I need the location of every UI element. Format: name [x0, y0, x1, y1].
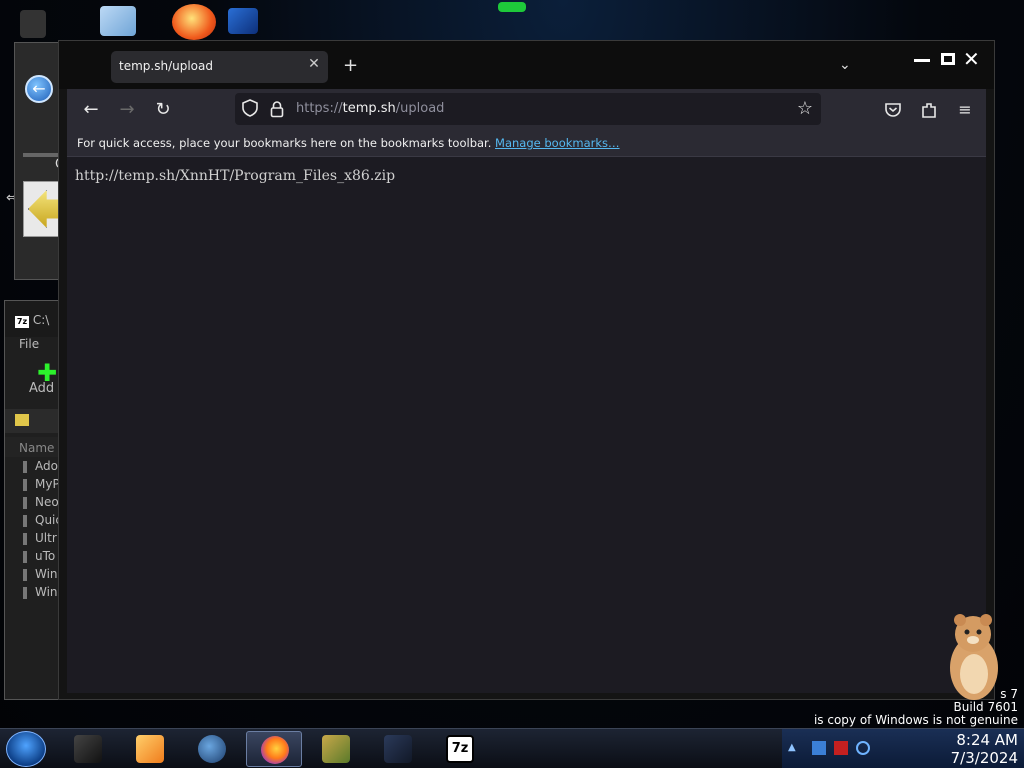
- lock-icon[interactable]: [270, 100, 284, 118]
- url-bar[interactable]: https://temp.sh/upload ☆: [235, 93, 821, 125]
- desktop-icon-p-app[interactable]: [172, 4, 216, 40]
- show-hidden-icons-icon[interactable]: ▲: [788, 742, 796, 753]
- 7zip-titlebar: 7z C:\: [5, 301, 59, 337]
- taskbar-app-display[interactable]: [370, 731, 426, 767]
- back-arrow-icon[interactable]: ←: [25, 75, 53, 103]
- media-player-icon: [136, 735, 164, 763]
- 7z-app-icon: 7z: [15, 316, 29, 328]
- menu-hamburger-icon[interactable]: ≡: [953, 98, 977, 122]
- list-item[interactable]: Neo: [5, 493, 59, 511]
- manage-bookmarks-link[interactable]: Manage bookmarks…: [495, 136, 620, 150]
- list-item[interactable]: MyP: [5, 475, 59, 493]
- start-button[interactable]: [6, 731, 46, 767]
- display-icon: [384, 735, 412, 763]
- close-tab-icon[interactable]: ✕: [306, 56, 322, 72]
- url-text[interactable]: https://temp.sh/upload: [296, 101, 444, 116]
- clock-date: 7/3/2024: [950, 749, 1018, 767]
- navigation-toolbar: ← → ↻ https://temp.sh/upload ☆ ≡: [67, 89, 986, 131]
- tab-title: temp.sh/upload: [119, 59, 213, 73]
- bookmarks-text: For quick access, place your bookmarks h…: [77, 136, 492, 150]
- forward-icon[interactable]: →: [115, 98, 139, 122]
- taskbar-clock[interactable]: 8:24 AM 7/3/2024: [878, 729, 1018, 767]
- desktop-icon-mail[interactable]: [100, 6, 136, 36]
- add-button[interactable]: ✚ Add: [5, 355, 59, 403]
- list-item[interactable]: Quic: [5, 511, 59, 529]
- folder-up-icon[interactable]: [15, 414, 29, 426]
- flag-tray-icon[interactable]: [834, 741, 848, 755]
- taskbar-app-firefox[interactable]: [246, 731, 302, 767]
- page-content: http://temp.sh/XnnHT/Program_Files_x86.z…: [67, 157, 986, 693]
- 7zip-title: C:\: [32, 313, 50, 327]
- maximize-icon[interactable]: [941, 53, 955, 65]
- add-label: Add: [29, 381, 55, 396]
- column-header-name[interactable]: Name: [5, 437, 59, 457]
- desktop: ⇔ ← Or 7z C:\ File ✚ Add Name Ado MyP Ne…: [0, 0, 1024, 768]
- system-tray: ▲ 8:24 AM 7/3/2024: [782, 729, 1024, 768]
- desktop-icon-dark[interactable]: [20, 10, 46, 38]
- close-window-icon[interactable]: ✕: [963, 47, 980, 71]
- taskbar-app-terminal[interactable]: [60, 731, 116, 767]
- watermark-line3: is copy of Windows is not genuine: [813, 713, 1018, 727]
- list-item[interactable]: Ultr: [5, 529, 59, 547]
- menu-file[interactable]: File: [5, 337, 59, 355]
- taskbar: 7z ▲ 8:24 AM 7/3/2024: [0, 728, 1024, 768]
- 7zip-path-toolbar[interactable]: [5, 409, 59, 433]
- windows-watermark: s 7 Build 7601 is copy of Windows is not…: [814, 688, 1018, 727]
- list-item[interactable]: uTo: [5, 547, 59, 565]
- uploaded-file-url[interactable]: http://temp.sh/XnnHT/Program_Files_x86.z…: [75, 168, 395, 184]
- taskbar-app-game[interactable]: [308, 731, 364, 767]
- game-icon: [322, 735, 350, 763]
- tab-bar: temp.sh/upload ✕ + ⌄ ✕: [59, 41, 994, 89]
- list-all-tabs-icon[interactable]: ⌄: [839, 57, 851, 73]
- tab-active[interactable]: temp.sh/upload ✕: [111, 51, 328, 83]
- list-item[interactable]: Ado: [5, 457, 59, 475]
- list-item[interactable]: Win: [5, 583, 59, 601]
- desktop-icon-blue[interactable]: [228, 8, 258, 34]
- bookmarks-toolbar: For quick access, place your bookmarks h…: [67, 131, 986, 157]
- desktop-green-led: [498, 2, 526, 12]
- globe-icon: [198, 735, 226, 763]
- taskbar-app-media-player[interactable]: [122, 731, 178, 767]
- firefox-window[interactable]: temp.sh/upload ✕ + ⌄ ✕ ← → ↻ https://tem: [58, 40, 995, 700]
- bookmark-star-icon[interactable]: ☆: [797, 98, 813, 119]
- firefox-icon: [261, 736, 289, 764]
- taskbar-app-globe[interactable]: [184, 731, 240, 767]
- url-path: /upload: [395, 101, 445, 116]
- background-7zip-window[interactable]: 7z C:\ File ✚ Add Name Ado MyP Neo Quic …: [4, 300, 60, 700]
- tracking-shield-icon[interactable]: [241, 99, 259, 117]
- reload-icon[interactable]: ↻: [151, 98, 175, 122]
- taskbar-app-7zip[interactable]: 7z: [432, 731, 488, 767]
- terminal-icon: [74, 735, 102, 763]
- 7zip-icon: 7z: [446, 735, 474, 763]
- bookmarks-message: For quick access, place your bookmarks h…: [77, 136, 620, 150]
- url-host: temp.sh: [342, 101, 396, 116]
- sync-tray-icon[interactable]: [856, 741, 870, 755]
- network-tray-icon[interactable]: [812, 741, 826, 755]
- new-tab-button[interactable]: +: [343, 56, 358, 76]
- minimize-icon[interactable]: [914, 59, 930, 62]
- clock-time: 8:24 AM: [956, 731, 1018, 749]
- pocket-icon[interactable]: [881, 98, 905, 122]
- back-icon[interactable]: ←: [79, 98, 103, 122]
- extensions-icon[interactable]: [917, 98, 941, 122]
- url-scheme: https://: [296, 101, 343, 116]
- list-item[interactable]: Win: [5, 565, 59, 583]
